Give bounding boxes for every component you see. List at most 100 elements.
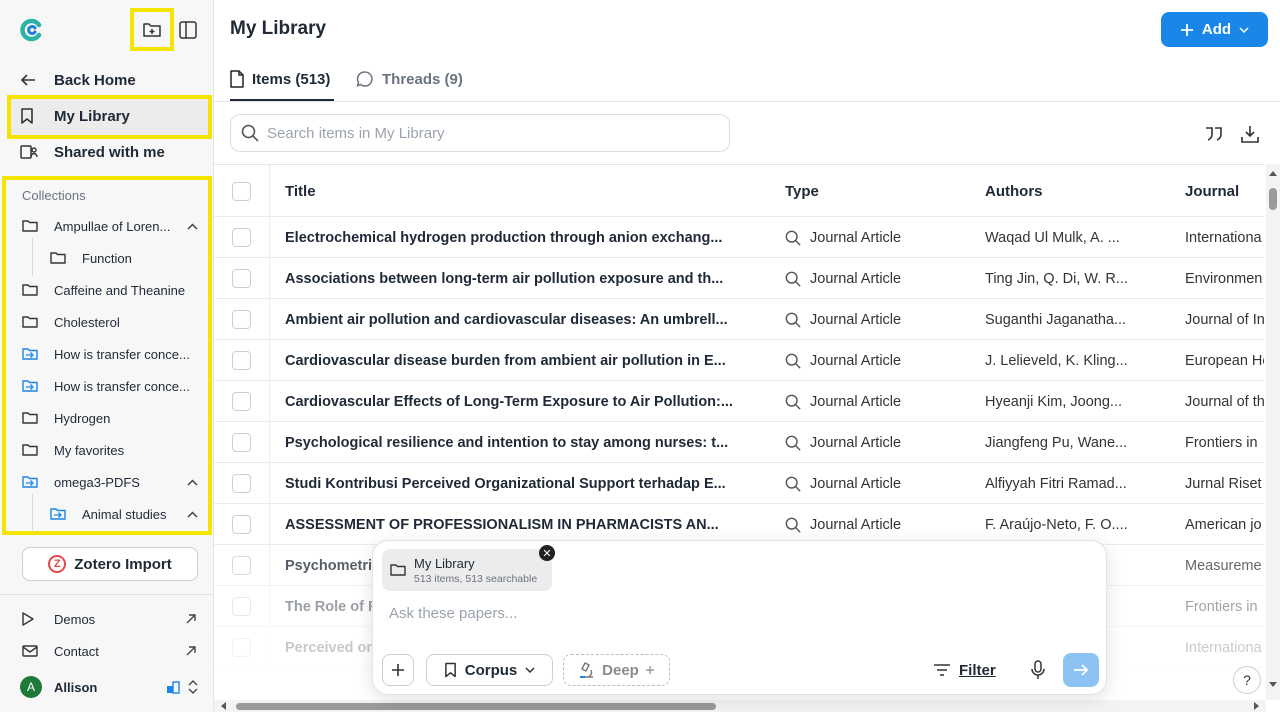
user-menu[interactable]: A Allison	[20, 676, 198, 698]
app-logo-icon[interactable]	[20, 18, 44, 42]
row-checkbox[interactable]	[232, 515, 251, 534]
row-checkbox[interactable]	[232, 351, 251, 370]
row-checkbox[interactable]	[232, 310, 251, 329]
vertical-scroll-thumb[interactable]	[1269, 188, 1277, 210]
quote-icon[interactable]	[1202, 122, 1226, 146]
item-type-label: Journal Article	[810, 475, 902, 492]
collection-ampullae[interactable]: Ampullae of Loren...	[22, 215, 200, 237]
add-button[interactable]: Add	[1161, 12, 1268, 47]
close-icon[interactable]: ✕	[539, 545, 555, 561]
select-all-checkbox[interactable]	[232, 181, 251, 201]
column-header-type[interactable]: Type	[785, 165, 970, 217]
table-row[interactable]: ASSESSMENT OF PROFESSIONALISM IN PHARMAC…	[214, 504, 1264, 545]
collection-label: Hydrogen	[54, 410, 111, 426]
help-button[interactable]: ?	[1233, 666, 1261, 694]
item-authors: Jiangfeng Pu, Wane...	[985, 434, 1128, 451]
collection-favorites[interactable]: My favorites	[22, 439, 200, 461]
item-journal: American jo	[1185, 516, 1262, 533]
chevron-up-icon[interactable]	[184, 222, 200, 230]
collection-label: Cholesterol	[54, 314, 120, 330]
linked-folder-icon	[22, 347, 40, 361]
item-title[interactable]: Associations between long-term air pollu…	[285, 258, 735, 299]
corpus-button[interactable]: Corpus	[426, 654, 553, 686]
context-chip[interactable]: My Library 513 items, 513 searchable	[382, 549, 552, 591]
item-journal: Measureme	[1185, 557, 1262, 574]
folder-icon	[22, 283, 40, 297]
item-title[interactable]: Psychological resilience and intention t…	[285, 422, 735, 463]
tab-items[interactable]: Items (513)	[230, 68, 330, 90]
item-authors: Alfiyyah Fitri Ramad...	[985, 475, 1127, 492]
tab-threads[interactable]: Threads (9)	[356, 68, 463, 90]
collection-animal-studies[interactable]: Animal studies	[50, 503, 200, 525]
download-icon[interactable]	[1238, 122, 1262, 146]
item-journal: Jurnal Riset	[1185, 475, 1262, 492]
search-icon	[241, 124, 259, 142]
sidebar-item-my-library[interactable]: My Library	[20, 105, 130, 127]
contact-link[interactable]: Contact	[22, 640, 196, 662]
bookmark-icon	[444, 662, 457, 678]
column-header-title[interactable]: Title	[285, 165, 735, 217]
filter-button[interactable]: Filter	[933, 657, 996, 683]
row-checkbox[interactable]	[232, 269, 251, 288]
row-checkbox[interactable]	[232, 392, 251, 411]
item-title[interactable]: Electrochemical hydrogen production thro…	[285, 217, 735, 258]
item-title[interactable]: Ambient air pollution and cardiovascular…	[285, 299, 735, 340]
external-link-icon	[186, 614, 196, 624]
filter-label: Filter	[959, 661, 996, 679]
item-title[interactable]: Cardiovascular disease burden from ambie…	[285, 340, 735, 381]
row-checkbox[interactable]	[232, 597, 251, 616]
collection-transfer-2[interactable]: How is transfer conce...	[22, 375, 200, 397]
folder-icon	[22, 443, 40, 457]
toggle-sidebar-icon[interactable]	[176, 18, 200, 42]
item-title[interactable]: Cardiovascular Effects of Long-Term Expo…	[285, 381, 735, 422]
item-title[interactable]: ASSESSMENT OF PROFESSIONALISM IN PHARMAC…	[285, 504, 735, 545]
chevron-up-icon[interactable]	[184, 510, 200, 518]
collection-transfer-1[interactable]: How is transfer conce...	[22, 343, 200, 365]
sidebar-item-shared[interactable]: Shared with me	[20, 141, 165, 163]
plus-icon	[1180, 23, 1194, 37]
item-type: Journal Article	[785, 422, 970, 463]
vertical-scrollbar[interactable]	[1266, 164, 1280, 700]
column-header-authors[interactable]: Authors	[985, 165, 1165, 217]
demos-link[interactable]: Demos	[22, 608, 196, 630]
collection-caffeine[interactable]: Caffeine and Theanine	[22, 279, 200, 301]
chevron-up-icon[interactable]	[184, 478, 200, 486]
attach-button[interactable]	[382, 654, 414, 686]
row-checkbox[interactable]	[232, 638, 251, 657]
search-box[interactable]	[230, 114, 730, 152]
zotero-import-button[interactable]: Z Zotero Import	[22, 547, 198, 581]
row-checkbox[interactable]	[232, 433, 251, 452]
item-journal: Journal of In	[1185, 311, 1264, 328]
back-home-link[interactable]: Back Home	[20, 69, 136, 91]
search-input[interactable]	[267, 124, 707, 142]
new-folder-icon[interactable]	[140, 18, 164, 42]
tab-items-label: Items (513)	[252, 70, 331, 88]
deep-button[interactable]: Deep	[563, 654, 670, 686]
row-checkbox[interactable]	[232, 556, 251, 575]
item-type-label: Journal Article	[810, 434, 902, 451]
ask-input[interactable]	[389, 605, 1069, 622]
chevron-down-icon	[1239, 26, 1249, 33]
item-title[interactable]: Studi Kontribusi Perceived Organizationa…	[285, 463, 735, 504]
table-row[interactable]: Associations between long-term air pollu…	[214, 258, 1264, 299]
collection-function[interactable]: Function	[50, 247, 200, 269]
table-row[interactable]: Cardiovascular Effects of Long-Term Expo…	[214, 381, 1264, 422]
microphone-icon[interactable]	[1027, 659, 1049, 681]
send-button[interactable]	[1063, 653, 1099, 687]
table-row[interactable]: Psychological resilience and intention t…	[214, 422, 1264, 463]
horizontal-scroll-thumb[interactable]	[236, 703, 716, 710]
search-icon	[785, 435, 801, 451]
collection-omega3[interactable]: omega3-PDFS	[22, 471, 200, 493]
table-row[interactable]: Cardiovascular disease burden from ambie…	[214, 340, 1264, 381]
row-checkbox[interactable]	[232, 474, 251, 493]
table-row[interactable]: Electrochemical hydrogen production thro…	[214, 217, 1264, 258]
collection-cholesterol[interactable]: Cholesterol	[22, 311, 200, 333]
table-row[interactable]: Ambient air pollution and cardiovascular…	[214, 299, 1264, 340]
column-header-journal[interactable]: Journal	[1185, 165, 1264, 217]
horizontal-scrollbar[interactable]	[214, 700, 1266, 712]
table-row[interactable]: Studi Kontribusi Perceived Organizationa…	[214, 463, 1264, 504]
row-checkbox[interactable]	[232, 228, 251, 247]
collection-hydrogen[interactable]: Hydrogen	[22, 407, 200, 429]
item-type-label: Journal Article	[810, 311, 902, 328]
collection-label: Caffeine and Theanine	[54, 282, 186, 298]
